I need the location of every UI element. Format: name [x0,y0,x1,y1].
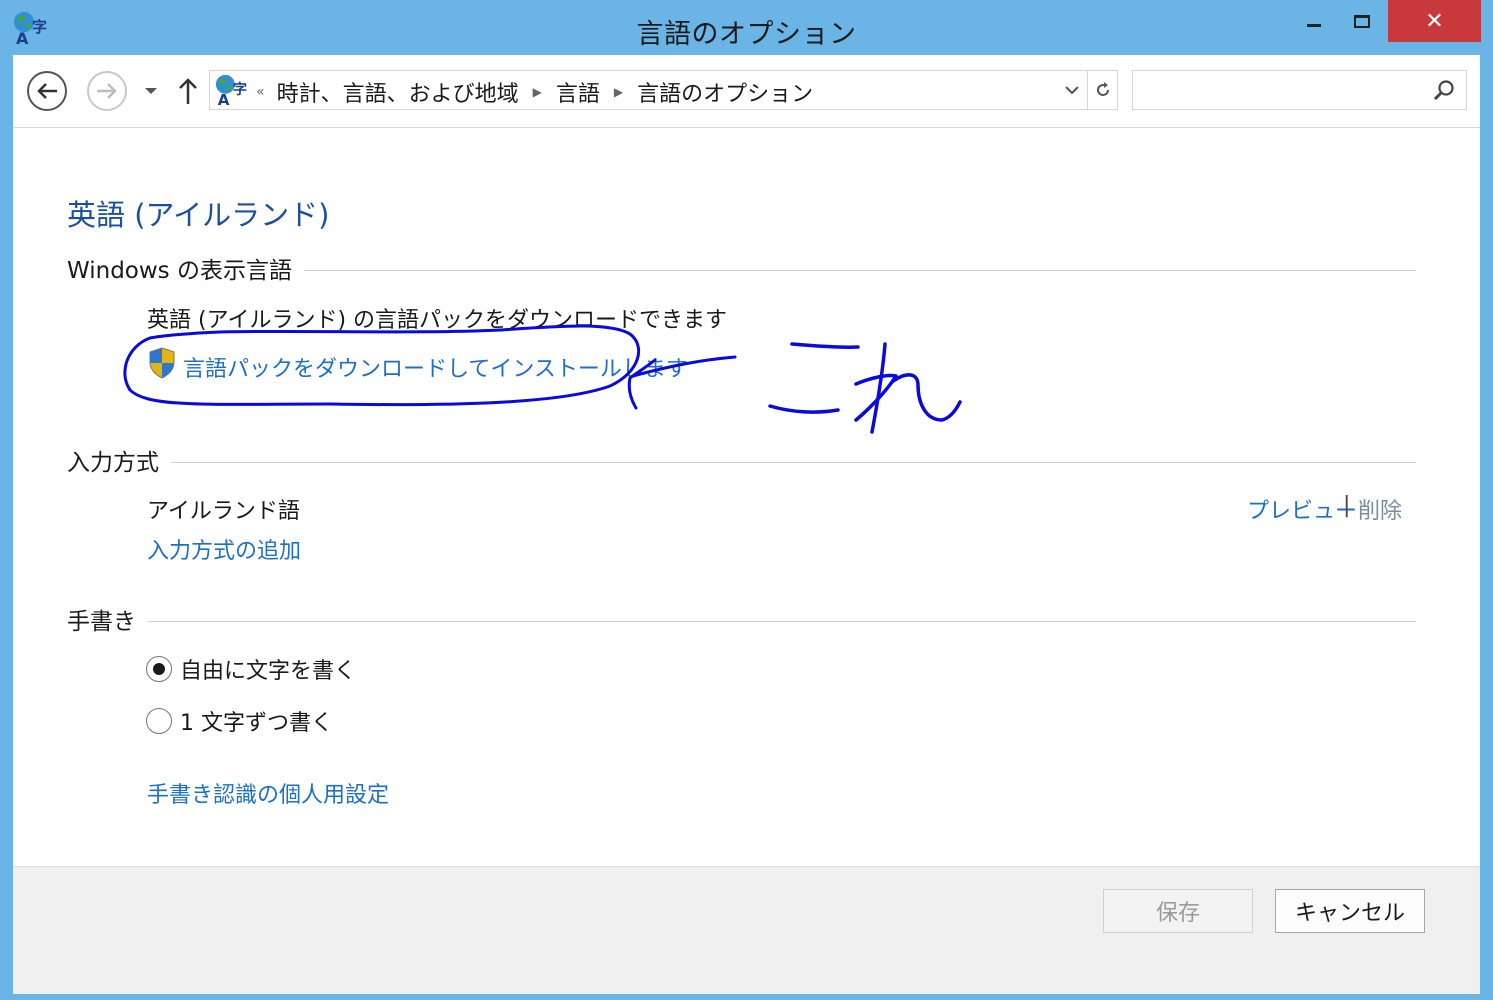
section-input-method: 入力方式 [67,443,1416,477]
radio-one-char-at-a-time[interactable] [146,708,172,734]
divider [148,620,1416,622]
language-globe-icon: 字 A [215,74,247,107]
cancel-button[interactable]: キャンセル [1275,889,1425,933]
page-title: 英語 (アイルランド) [67,198,330,232]
language-pack-description: 英語 (アイルランド) の言語パックをダウンロードできます [147,308,728,333]
add-input-method-link[interactable]: 入力方式の追加 [147,533,301,565]
navigation-bar: 字 A « 時計、言語、および地域 ▶ 言語 ▶ 言語のオプション [13,55,1480,128]
section-label-display-language: Windows の表示言語 [67,258,292,284]
link-separator: | [1343,493,1351,518]
breadcrumb: « 時計、言語、および地域 ▶ 言語 ▶ 言語のオプション [256,76,813,108]
window-title: 言語のオプション [636,19,857,50]
radio-label-freeform[interactable]: 自由に文字を書く [180,653,356,685]
divider [303,269,1416,271]
refresh-button[interactable] [1087,71,1118,109]
back-button[interactable] [27,71,67,111]
input-method-name: アイルランド語 [147,499,300,524]
download-language-pack-link[interactable]: 言語パックをダウンロードしてインストールします [183,351,688,383]
breadcrumb-separator-icon[interactable]: ▶ [614,85,623,99]
close-icon: ✕ [1425,8,1444,34]
refresh-icon [1097,82,1110,96]
section-handwriting: 手書き [67,602,1416,636]
recent-pages-chevron-icon[interactable] [143,83,159,99]
svg-text:A: A [218,91,230,107]
section-display-language: Windows の表示言語 [67,251,1416,285]
minimize-button[interactable] [1290,0,1338,42]
client-area: 字 A « 時計、言語、および地域 ▶ 言語 ▶ 言語のオプション 英語 (アイ… [13,55,1480,994]
address-bar[interactable]: 字 A « 時計、言語、および地域 ▶ 言語 ▶ 言語のオプション [209,70,1118,110]
radio-label-one-char[interactable]: 1 文字ずつ書く [180,705,333,737]
breadcrumb-separator-icon[interactable]: ▶ [533,85,542,99]
radio-freeform-writing[interactable] [146,656,172,682]
back-arrow-icon [37,83,57,99]
remove-link[interactable]: 削除 [1358,493,1402,525]
svg-text:字: 字 [233,81,247,98]
divider [171,461,1416,463]
maximize-button[interactable] [1338,0,1386,42]
search-box[interactable] [1132,70,1467,110]
breadcrumb-item-language-options[interactable]: 言語のオプション [637,76,813,108]
up-arrow-icon[interactable] [176,76,200,106]
save-button[interactable]: 保存 [1103,889,1253,933]
uac-shield-icon [149,347,175,379]
breadcrumb-item-language[interactable]: 言語 [556,76,600,108]
dialog-footer: 保存 キャンセル [13,866,1480,994]
maximize-icon [1354,14,1370,28]
preview-link[interactable]: プレビュー [1247,493,1357,525]
forward-arrow-icon [97,83,117,99]
minimize-icon [1307,23,1321,27]
section-label-input-method: 入力方式 [67,450,159,476]
search-icon[interactable] [1432,79,1456,103]
radio-selected-dot [153,663,165,675]
language-options-window: 字 A 言語のオプション ✕ 字 A « 時計、言語、および地域 ▶ 言語 ▶ … [0,0,1493,1000]
close-button[interactable]: ✕ [1388,0,1481,42]
breadcrumb-item-clock-region[interactable]: 時計、言語、および地域 [277,76,519,108]
personalize-handwriting-link[interactable]: 手書き認識の個人用設定 [147,777,389,809]
section-label-handwriting: 手書き [67,609,136,635]
address-history-chevron-icon[interactable] [1063,81,1081,99]
breadcrumb-overflow-icon[interactable]: « [256,84,265,100]
forward-button[interactable] [87,71,127,111]
